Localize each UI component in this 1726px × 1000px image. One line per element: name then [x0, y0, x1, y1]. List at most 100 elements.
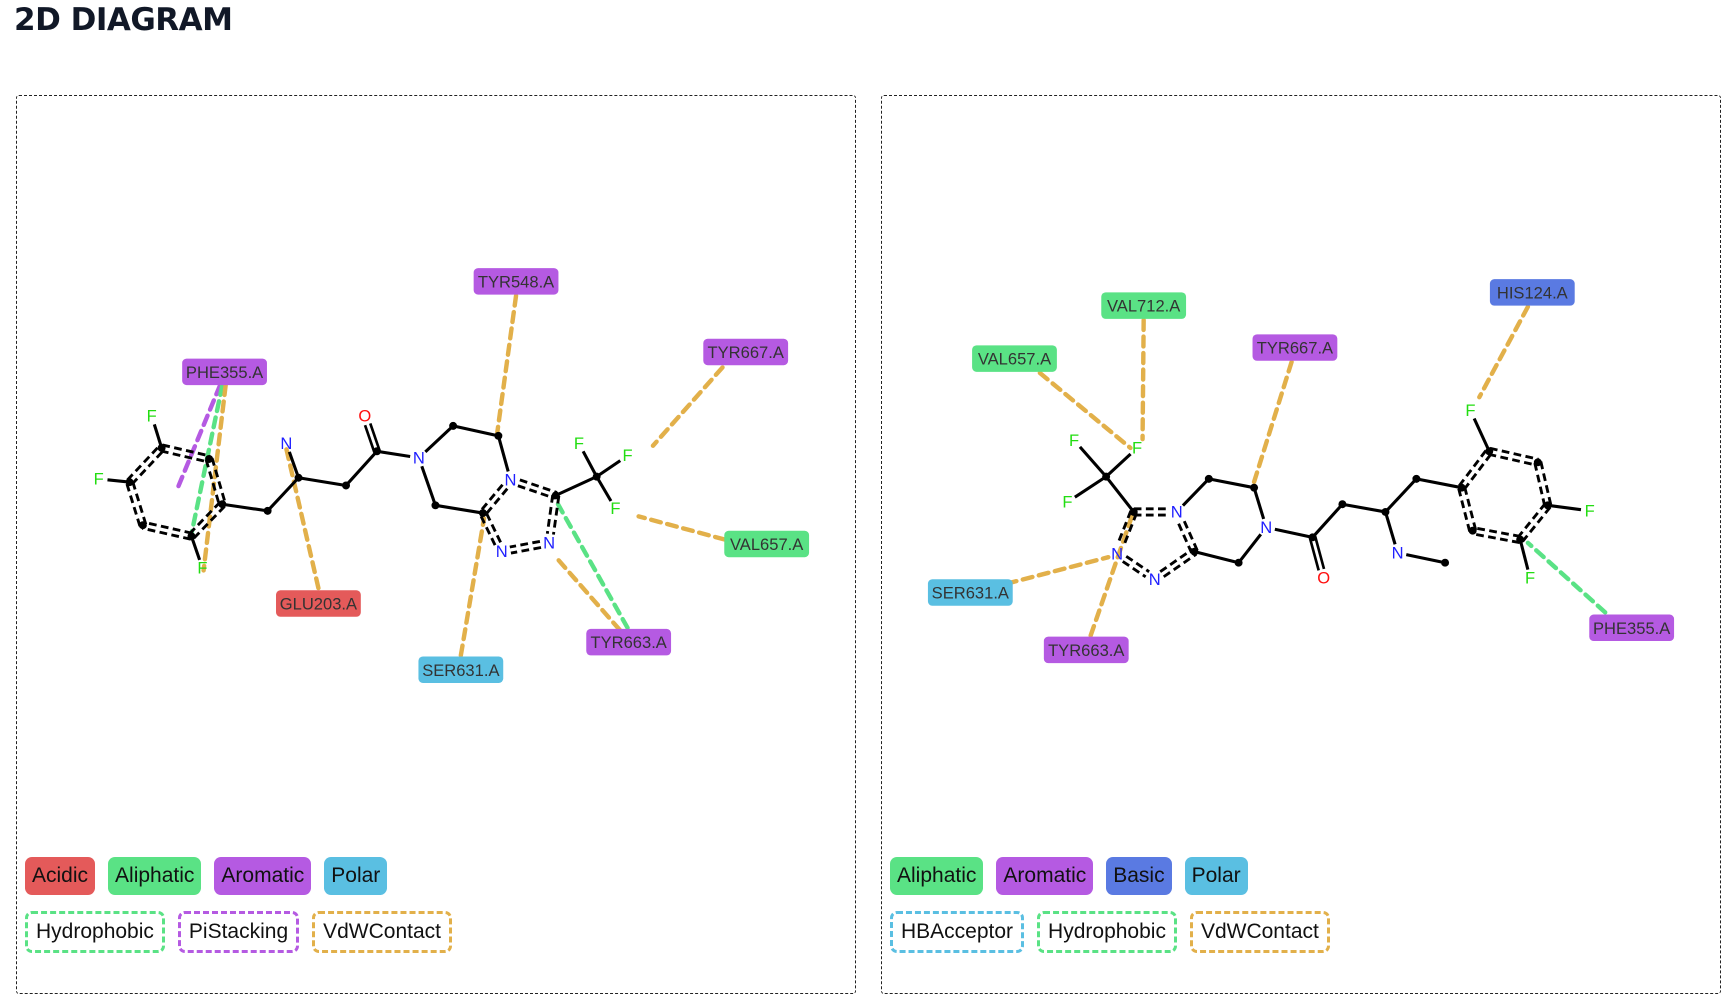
- residue-name: TYR663.A: [1048, 641, 1124, 660]
- atom-carbon: [372, 447, 381, 456]
- legend-chip-aliphatic: Aliphatic: [890, 857, 984, 895]
- legend-interaction-pistacking: PiStacking: [177, 911, 300, 953]
- bond-aromatic: [131, 480, 148, 525]
- residue-label-phe355-a: PHE355.A: [182, 358, 267, 386]
- atom-carbon: [1338, 500, 1347, 509]
- atom-carbon: [1190, 547, 1199, 556]
- bond-aromatic: [1176, 520, 1193, 554]
- interaction-line-vdwcontact: [458, 516, 487, 658]
- bond-single: [595, 459, 622, 478]
- bond-single: [1237, 533, 1263, 564]
- atom-carbon: [1412, 474, 1421, 483]
- residue-name: SER631.A: [422, 661, 499, 680]
- residue-name: VAL657.A: [730, 535, 803, 554]
- bond-aromatic: [125, 482, 142, 527]
- legend-chip-basic: Basic: [1106, 857, 1172, 895]
- atom-carbon: [263, 506, 272, 515]
- atom-label-f: F: [197, 559, 207, 578]
- bond-single: [376, 449, 411, 459]
- interaction-diagram-left: N O N N N N F F F F F F TYR548.A PHE355.A TYR667.A VAL6…: [16, 95, 856, 994]
- atom-label-f: F: [610, 499, 620, 518]
- bond-single: [1547, 503, 1582, 512]
- atom-label-f: F: [1132, 438, 1142, 457]
- atom-carbon: [551, 491, 560, 500]
- atom-label-n: N: [1392, 543, 1404, 562]
- bond-single: [424, 424, 455, 453]
- interaction-line-vdwcontact: [636, 514, 727, 542]
- bond-aromatic: [552, 495, 561, 535]
- bond-aromatic: [1489, 446, 1539, 461]
- residue-label-ser631-a: SER631.A: [418, 656, 504, 683]
- bond-single: [1208, 477, 1255, 490]
- atom-carbon: [218, 500, 227, 509]
- atom-label-n: N: [505, 470, 517, 489]
- legend-interaction-hbacceptor: HBAcceptor: [890, 911, 1025, 953]
- legend-interaction-hydrophobic: Hydrophobic: [25, 911, 165, 953]
- interaction-line-vdwcontact: [1250, 359, 1294, 488]
- residue-type-legend: Acidic Aliphatic Aromatic Polar: [25, 857, 388, 895]
- interaction-type-legend: Hydrophobic PiStacking VdWContact: [25, 911, 453, 953]
- legend-chip-aromatic: Aromatic: [996, 857, 1094, 895]
- residue-name: HIS124.A: [1497, 283, 1568, 302]
- bond-single: [1105, 452, 1132, 478]
- residue-label-his124-a: HIS124.A: [1489, 279, 1575, 306]
- page-title: 2D DIAGRAM: [14, 2, 233, 38]
- bond-aromatic: [1539, 461, 1553, 505]
- interaction-type-legend: HBAcceptor Hydrophobic VdWContact: [890, 911, 1330, 953]
- bond-single: [1405, 553, 1446, 565]
- atom-label-o: O: [1317, 569, 1330, 588]
- interaction-line-vdwcontact: [495, 293, 519, 435]
- atom-label-o: O: [358, 406, 371, 425]
- bond-aromatic: [1457, 488, 1472, 532]
- atom-label-f: F: [1525, 569, 1535, 588]
- atom-label-n: N: [1171, 502, 1183, 521]
- bond-single: [496, 435, 510, 472]
- atom-label-f: F: [147, 406, 157, 425]
- legend-chip-acidic: Acidic: [25, 857, 96, 895]
- bond-aromatic: [1162, 553, 1198, 578]
- residue-name: SER631.A: [932, 584, 1009, 603]
- bond-aromatic: [545, 494, 555, 534]
- atom-carbon: [1129, 507, 1138, 516]
- bond-aromatic: [130, 449, 165, 486]
- atom-carbon: [1516, 535, 1525, 544]
- interaction-line-vdwcontact: [1088, 511, 1135, 638]
- legend-chip-aliphatic: Aliphatic: [108, 857, 202, 895]
- residue-type-legend: Aliphatic Aromatic Basic Polar: [890, 857, 1248, 895]
- bond-single: [1078, 445, 1108, 478]
- interaction-line-hydrophobic: [555, 502, 630, 631]
- residue-name: TYR667.A: [1257, 339, 1333, 358]
- residue-name: VAL657.A: [978, 350, 1051, 369]
- atom-carbon: [1485, 447, 1494, 456]
- atom-label-n: N: [1260, 518, 1272, 537]
- bond-single: [420, 465, 437, 506]
- atom-carbon: [592, 472, 601, 481]
- interaction-line-vdwcontact: [284, 446, 321, 591]
- residue-label-val712-a: VAL712.A: [1101, 292, 1187, 319]
- bond-aromatic: [1458, 448, 1488, 487]
- bond-single: [266, 476, 300, 512]
- interaction-line-vdwcontact: [1004, 554, 1111, 586]
- bond-single: [452, 424, 499, 438]
- bond-single: [1252, 487, 1266, 520]
- atom-label-f: F: [1069, 431, 1079, 450]
- bond-aromatic: [1462, 452, 1493, 491]
- residue-label-val657-a: VAL657.A: [972, 345, 1057, 372]
- atom-carbon: [187, 532, 196, 541]
- atom-carbon: [1234, 558, 1243, 567]
- residue-name: TYR667.A: [708, 343, 784, 362]
- bond-single: [1384, 477, 1418, 514]
- atom-label-f: F: [1062, 493, 1072, 512]
- atom-carbon: [125, 478, 134, 487]
- residue-label-tyr663-a: TYR663.A: [586, 628, 672, 656]
- atom-carbon: [1102, 472, 1111, 481]
- atom-label-f: F: [1465, 401, 1475, 420]
- bond-aromatic: [1181, 518, 1199, 551]
- bond-single: [1104, 475, 1135, 513]
- legend-interaction-vdwcontact: VdWContact: [312, 911, 453, 953]
- atom-carbon: [494, 431, 503, 440]
- atom-carbon: [431, 501, 440, 510]
- bond-single: [222, 502, 268, 513]
- bond-single: [1416, 477, 1462, 490]
- atom-label-n: N: [413, 448, 425, 467]
